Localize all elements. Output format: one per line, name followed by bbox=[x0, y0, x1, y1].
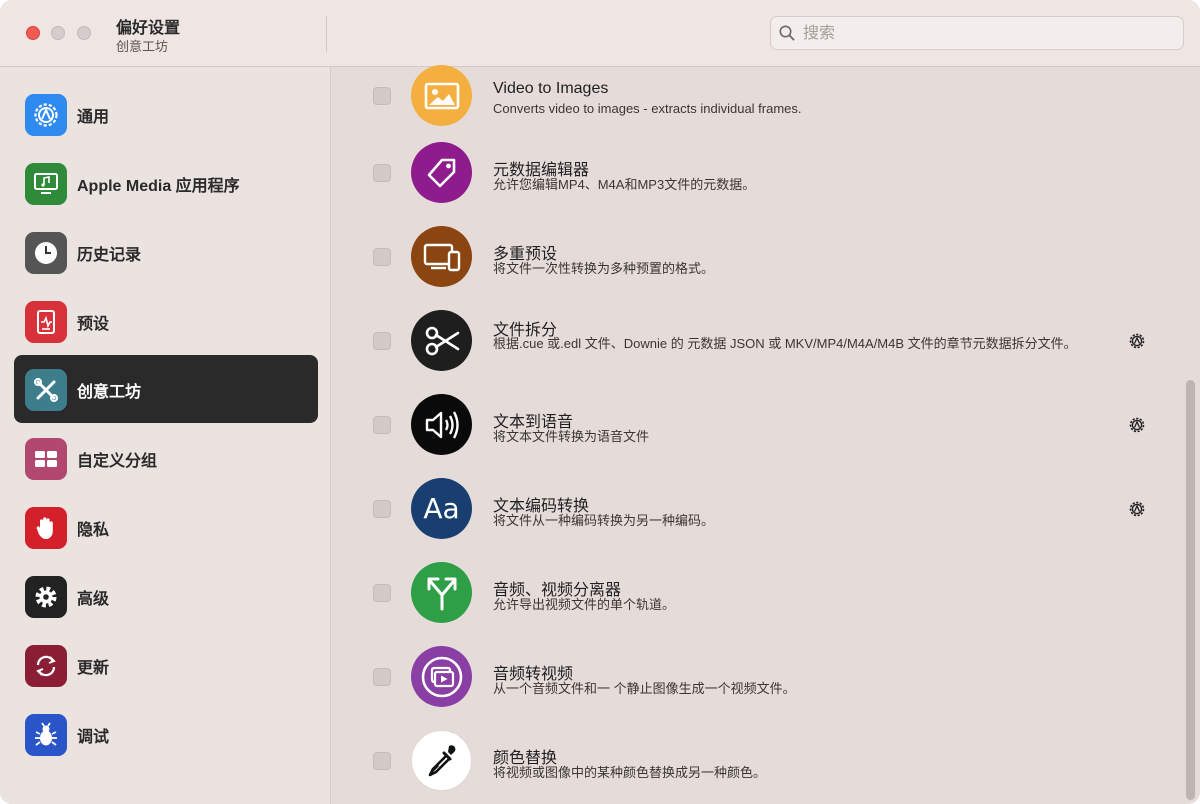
sidebar-item-presets[interactable]: 预设 bbox=[14, 287, 318, 355]
window-subtitle: 创意工坊 bbox=[116, 39, 169, 54]
split-arrow-icon bbox=[411, 562, 472, 623]
feature-description: 根据.cue 或.edl 文件、Downie 的 元数据 JSON 或 MKV/… bbox=[493, 336, 1077, 351]
search-icon bbox=[779, 25, 795, 41]
grid-blocks-icon bbox=[25, 438, 67, 480]
sidebar-item-label: 高级 bbox=[77, 591, 110, 608]
list-item: 多重预设 将文件一次性转换为多种预置的格式。 bbox=[332, 221, 1162, 305]
sidebar-item-label: 预设 bbox=[77, 316, 110, 333]
sidebar-item-history[interactable]: 历史记录 bbox=[14, 218, 318, 286]
list-item: 颜色替换 将视频或图像中的某种颜色替换成另一种颜色。 bbox=[332, 725, 1162, 804]
play-stack-icon bbox=[411, 646, 472, 707]
feature-enable-checkbox[interactable] bbox=[373, 500, 391, 518]
list-item: 文本到语音 将文本文件转换为语音文件 bbox=[332, 389, 1162, 473]
window-title: 偏好设置 bbox=[116, 20, 181, 37]
feature-enable-checkbox[interactable] bbox=[373, 416, 391, 434]
feature-enable-checkbox[interactable] bbox=[373, 87, 391, 105]
close-window-button[interactable] bbox=[26, 26, 40, 40]
workshop-feature-list: Video to Images Converts video to images… bbox=[332, 65, 1200, 804]
sidebar-item-label: Apple Media 应用程序 bbox=[77, 178, 240, 195]
search-box[interactable] bbox=[770, 16, 1184, 50]
list-item: 元数据编辑器 允许您编辑MP4、M4A和MP3文件的元数据。 bbox=[332, 137, 1162, 221]
sidebar-item-label: 隐私 bbox=[77, 522, 110, 539]
eyedropper-icon bbox=[411, 730, 472, 791]
feature-enable-checkbox[interactable] bbox=[373, 248, 391, 266]
list-item: Video to Images Converts video to images… bbox=[332, 53, 1162, 137]
minimize-window-button[interactable] bbox=[51, 26, 65, 40]
refresh-icon bbox=[25, 645, 67, 687]
list-item: 音频转视频 从一个音频文件和一 个静止图像生成一个视频文件。 bbox=[332, 641, 1162, 725]
sidebar-item-label: 通用 bbox=[77, 109, 110, 126]
aa-icon: Aa bbox=[411, 478, 472, 539]
title-divider bbox=[326, 16, 327, 52]
sidebar-item-label: 更新 bbox=[77, 660, 110, 677]
search-input[interactable] bbox=[803, 21, 1173, 47]
feature-enable-checkbox[interactable] bbox=[373, 752, 391, 770]
settings-gear-icon[interactable] bbox=[1128, 416, 1146, 434]
sidebar-item-advanced[interactable]: 高级 bbox=[14, 562, 318, 630]
preset-doc-icon bbox=[25, 301, 67, 343]
sidebar-item-label: 调试 bbox=[77, 729, 110, 746]
list-item: Aa 文本编码转换 将文件从一种编码转换为另一种编码。 bbox=[332, 473, 1162, 557]
feature-enable-checkbox[interactable] bbox=[373, 584, 391, 602]
sidebar-item-apple-media[interactable]: Apple Media 应用程序 bbox=[14, 149, 318, 217]
list-item: 文件拆分 根据.cue 或.edl 文件、Downie 的 元数据 JSON 或… bbox=[332, 305, 1162, 389]
image-icon bbox=[411, 65, 472, 126]
sidebar-item-workshop[interactable]: 创意工坊 bbox=[14, 355, 318, 423]
sidebar: 通用 Apple Media 应用程序 历史记录 预设 创意工坊 自定义分组 隐… bbox=[0, 67, 331, 804]
feature-description: 将文件从一种编码转换为另一种编码。 bbox=[493, 513, 715, 528]
sidebar-item-custom-groups[interactable]: 自定义分组 bbox=[14, 424, 318, 492]
sidebar-item-general[interactable]: 通用 bbox=[14, 80, 318, 148]
clock-icon bbox=[25, 232, 67, 274]
feature-description: Converts video to images - extracts indi… bbox=[493, 101, 802, 116]
cog-icon bbox=[25, 576, 67, 618]
zoom-window-button[interactable] bbox=[77, 26, 91, 40]
hand-icon bbox=[25, 507, 67, 549]
scrollbar-thumb[interactable] bbox=[1186, 380, 1195, 800]
speaker-icon bbox=[411, 394, 472, 455]
feature-enable-checkbox[interactable] bbox=[373, 332, 391, 350]
bug-icon bbox=[25, 714, 67, 756]
gear-badge-icon bbox=[25, 94, 67, 136]
feature-description: 从一个音频文件和一 个静止图像生成一个视频文件。 bbox=[493, 681, 796, 696]
sidebar-item-privacy[interactable]: 隐私 bbox=[14, 493, 318, 561]
monitor-music-icon bbox=[25, 163, 67, 205]
scissors-icon bbox=[411, 310, 472, 371]
settings-gear-icon[interactable] bbox=[1128, 500, 1146, 518]
feature-description: 允许您编辑MP4、M4A和MP3文件的元数据。 bbox=[493, 177, 756, 192]
sidebar-item-label: 创意工坊 bbox=[77, 384, 142, 401]
preferences-window: 偏好设置 创意工坊 通用 bbox=[0, 0, 1200, 804]
feature-enable-checkbox[interactable] bbox=[373, 164, 391, 182]
sidebar-item-label: 自定义分组 bbox=[77, 453, 158, 470]
sidebar-item-label: 历史记录 bbox=[77, 247, 142, 264]
list-item: 音频、视频分离器 允许导出视频文件的单个轨道。 bbox=[332, 557, 1162, 641]
tools-icon bbox=[25, 369, 67, 411]
feature-title: Video to Images bbox=[493, 80, 609, 97]
tag-icon bbox=[411, 142, 472, 203]
feature-description: 允许导出视频文件的单个轨道。 bbox=[493, 597, 676, 612]
feature-enable-checkbox[interactable] bbox=[373, 668, 391, 686]
settings-gear-icon[interactable] bbox=[1128, 332, 1146, 350]
sidebar-item-updates[interactable]: 更新 bbox=[14, 631, 318, 699]
feature-description: 将视频或图像中的某种颜色替换成另一种颜色。 bbox=[493, 765, 767, 780]
aa-icon-text: Aa bbox=[423, 492, 460, 525]
devices-icon bbox=[411, 226, 472, 287]
feature-description: 将文本文件转换为语音文件 bbox=[493, 429, 650, 444]
feature-description: 将文件一次性转换为多种预置的格式。 bbox=[493, 261, 715, 276]
sidebar-item-debug[interactable]: 调试 bbox=[14, 700, 318, 768]
